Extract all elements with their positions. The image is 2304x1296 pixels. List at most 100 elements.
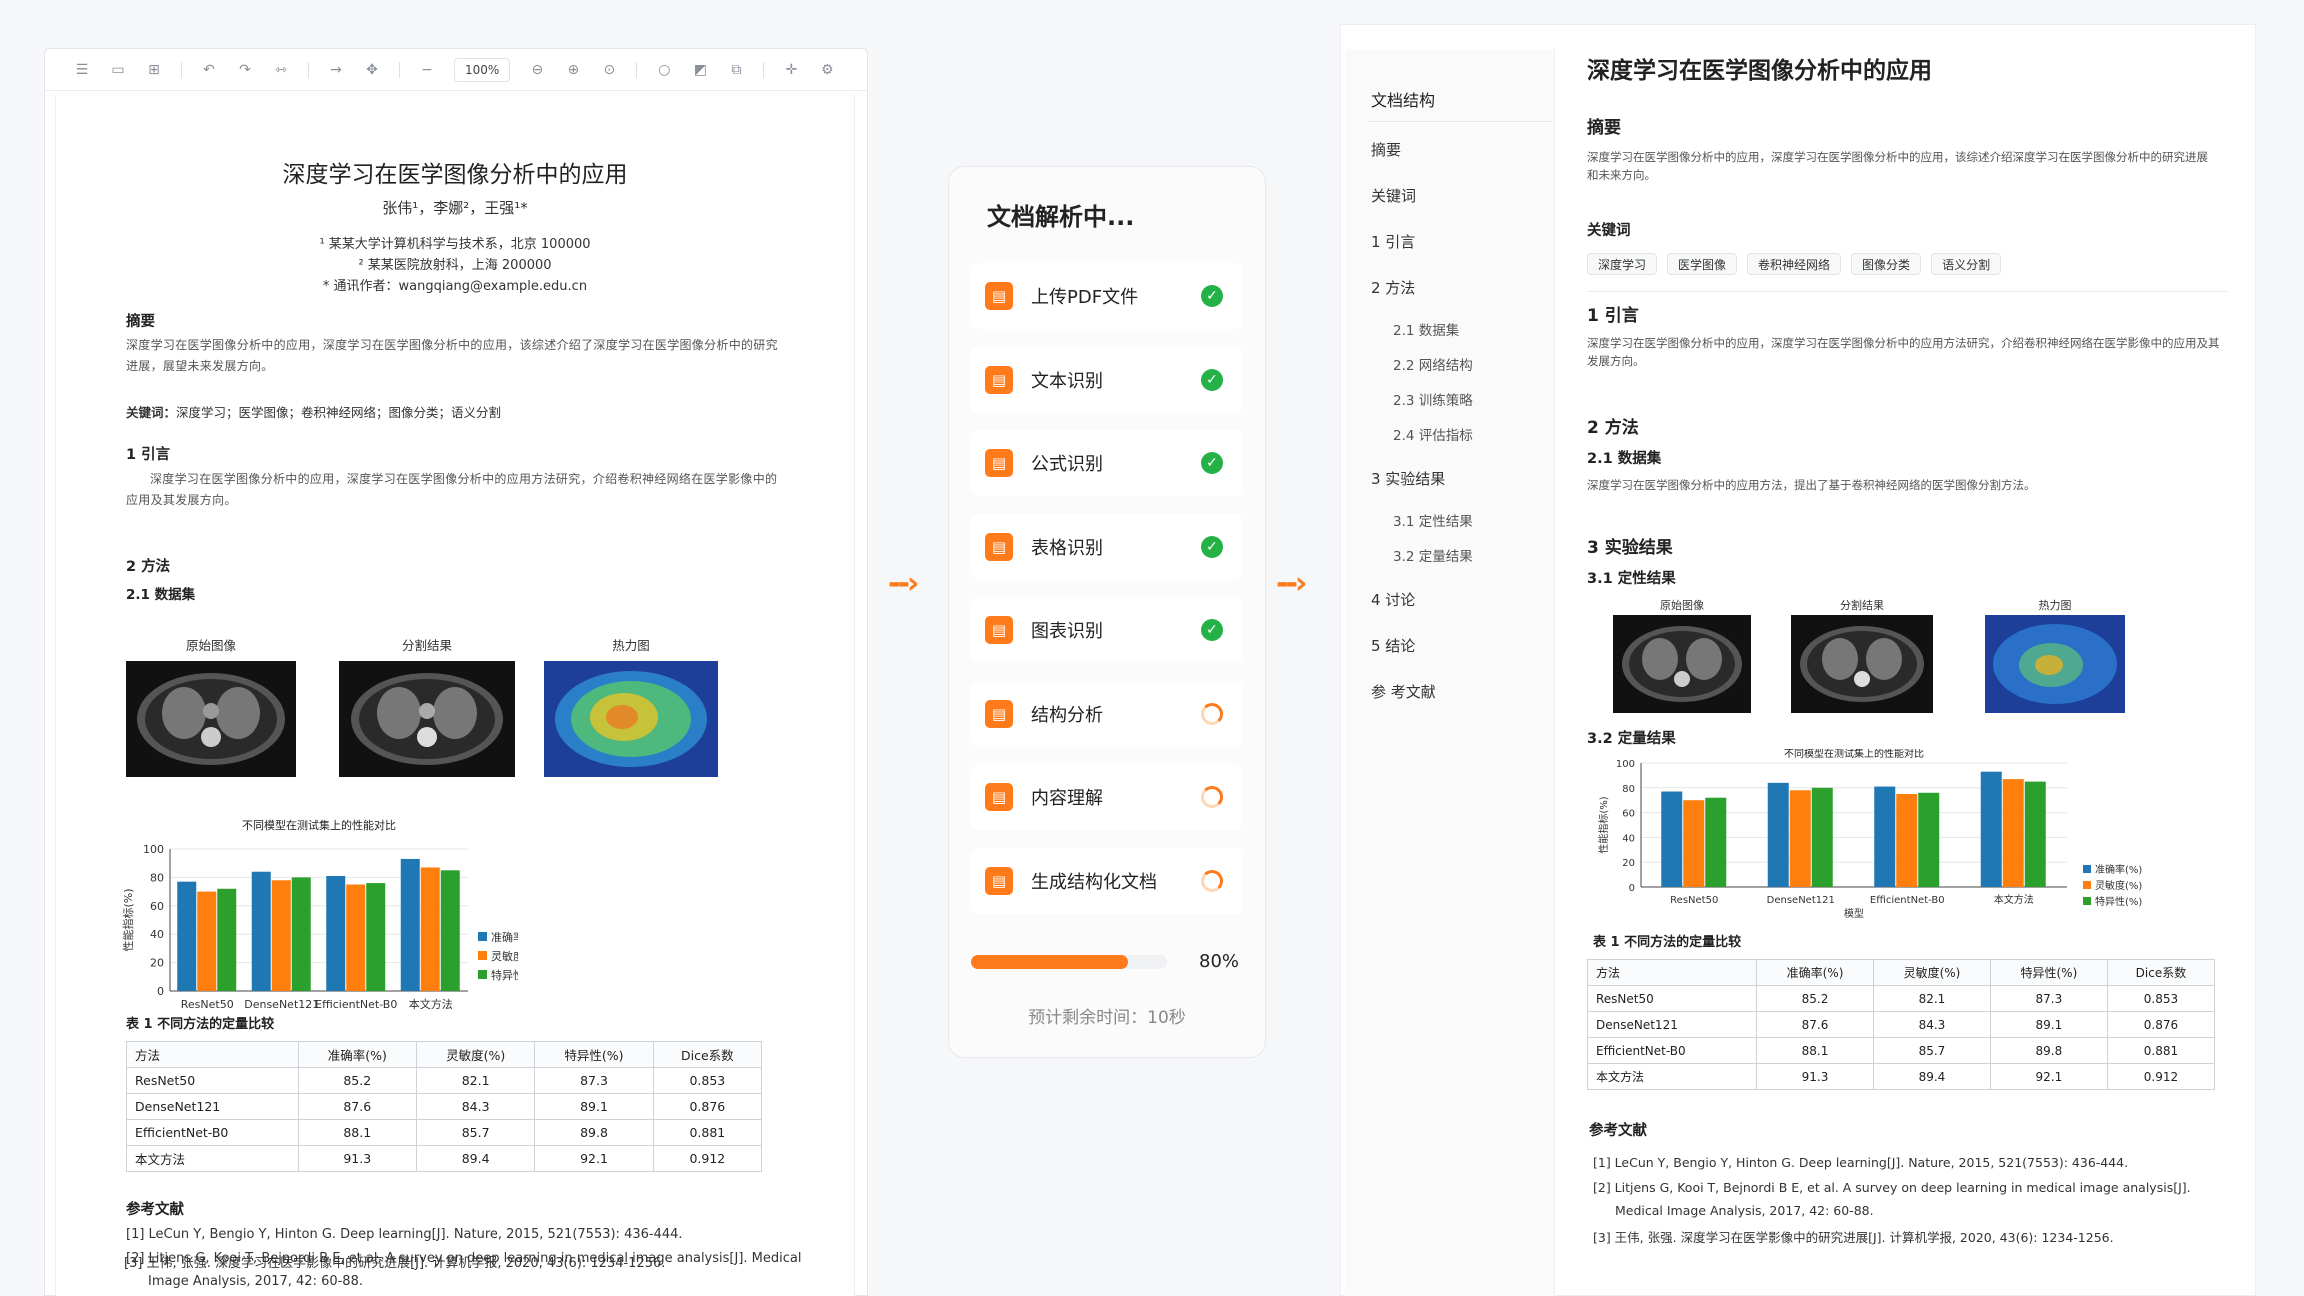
outline-item[interactable]: 2.1 数据集 (1393, 319, 1459, 339)
outline-sidebar: 文档结构 摘要 关键词 1 引言 2 方法 2.1 数据集 2.2 网络结构 2.3 训练策… (1345, 49, 1555, 1296)
flip-icon[interactable]: ⇿ (266, 57, 296, 83)
table-cell: 92.1 (534, 1145, 654, 1172)
x-tick-label: EfficientNet-B0 (1870, 895, 1945, 906)
result-abstract-text: 深度学习在医学图像分析中的应用，深度学习在医学图像分析中的应用，该综述介绍深度学… (1587, 150, 2208, 182)
y-tick-label: 20 (1622, 858, 1635, 869)
step-label: 结构分析 (1031, 704, 1103, 726)
cursor-icon[interactable]: ✛ (776, 57, 806, 83)
table-cell: 85.7 (415, 1119, 536, 1146)
bar-0 (326, 875, 346, 991)
step-item: ▤ 文本识别 ✓ (971, 346, 1243, 413)
bar-0 (1767, 782, 1789, 887)
pdf-page: 深度学习在医学图像分析中的应用 张伟¹，李娜²，王强¹* ¹ 某某大学计算机科学… (55, 95, 855, 1296)
loading-spinner-icon (1201, 869, 1223, 892)
result-image-label-segmentation: 分割结果 (1840, 599, 1884, 612)
result-intro-text: 深度学习在医学图像分析中的应用，深度学习在医学图像分析中的应用方法研究，介绍卷积… (1587, 336, 2220, 368)
step-item: ▤ 结构分析 (971, 680, 1243, 747)
table-title: 表 1 不同方法的定量比较 (126, 1017, 275, 1032)
outline-item[interactable]: 2.3 训练策略 (1393, 389, 1473, 409)
table-header-cell: 灵敏度(%) (415, 1041, 536, 1068)
result-reference-2-cont: Medical Image Analysis, 2017, 42: 60-88. (1615, 1203, 1874, 1218)
structure-icon: ▤ (985, 699, 1013, 728)
text-icon: ▤ (985, 365, 1013, 394)
bar-1 (197, 891, 217, 991)
result-keywords-heading: 关键词 (1587, 223, 1631, 239)
y-tick-label: 100 (1616, 759, 1635, 770)
eta-text: 预计剩余时间：10秒 (1028, 1008, 1186, 1028)
progress-percent: 80% (1199, 951, 1240, 972)
bar-0 (1661, 791, 1683, 887)
table-header-row: 方法 准确率(%) 灵敏度(%) 特异性(%) Dice系数 (1586, 959, 2216, 986)
table-icon: ▤ (985, 532, 1013, 561)
affiliation-2: ² 某某医院放射科，上海 200000 (358, 258, 552, 273)
zoom-in-icon[interactable]: ⊕ (558, 57, 588, 83)
outline-item[interactable]: 2.4 评估指标 (1393, 424, 1473, 444)
x-tick-label: ResNet50 (181, 998, 234, 1011)
table-header-cell: 准确率(%) (297, 1041, 417, 1068)
outline-item[interactable]: 3 实验结果 (1371, 468, 1445, 489)
outline-item[interactable]: 3.1 定性结果 (1393, 510, 1473, 530)
table-row: 本文方法 91.3 89.4 92.1 0.912 (126, 1145, 763, 1172)
outline-item[interactable]: 2 方法 (1371, 277, 1415, 298)
move-icon[interactable]: ✥ (357, 57, 387, 83)
keyword-tag: 医学图像 (1667, 253, 1738, 275)
step-item: ▤ 表格识别 ✓ (971, 513, 1243, 580)
table-cell: 本文方法 (126, 1145, 299, 1172)
table-cell: 87.3 (1989, 985, 2108, 1012)
sidebar-icon[interactable]: ☰ (67, 57, 97, 83)
toolbar-divider (636, 61, 638, 78)
legend-label: 特异性(%) (491, 968, 518, 982)
bar-2 (366, 883, 386, 991)
table-row: EfficientNet-B0 88.1 85.7 89.8 0.881 (126, 1119, 763, 1146)
bar-1 (1896, 794, 1918, 887)
page-icon[interactable]: ▭ (103, 57, 133, 83)
bar-0 (177, 881, 197, 991)
x-tick-label: 本文方法 (409, 997, 453, 1011)
table-cell: 87.6 (1756, 1011, 1874, 1038)
table-cell: 89.4 (415, 1145, 536, 1172)
outline-item[interactable]: 3.2 定量结果 (1393, 545, 1473, 565)
zoom-level[interactable]: 100% (454, 57, 511, 82)
zoom-out-icon[interactable]: ⊖ (522, 57, 552, 83)
y-tick-label: 40 (150, 928, 164, 941)
fit-icon[interactable]: ⊙ (594, 57, 624, 83)
outline-item[interactable]: 摘要 (1371, 139, 1401, 160)
bar-1 (420, 867, 440, 991)
stamp-icon[interactable]: ◩ (685, 57, 715, 83)
parsing-panel: 文档解析中... ▤ 上传PDF文件 ✓ ▤ 文本识别 ✓ ▤ 公式识别 ✓ ▤ 表格识别 ✓ ▤ 图表识… (948, 166, 1266, 1058)
table-cell: 88.1 (1756, 1037, 1874, 1064)
table-cell: 85.2 (297, 1067, 417, 1094)
table-cell: 0.912 (652, 1145, 763, 1172)
step-label: 上传PDF文件 (1031, 287, 1139, 308)
circle-icon[interactable]: ○ (649, 57, 679, 83)
minus-icon[interactable]: − (412, 57, 442, 83)
y-tick-label: 100 (143, 843, 164, 856)
outline-item[interactable]: 1 引言 (1371, 231, 1415, 252)
corresponding-author: * 通讯作者：wangqiang@example.edu.cn (322, 279, 588, 294)
ct-segmentation-image (339, 661, 515, 777)
outline-item[interactable]: 4 讨论 (1371, 589, 1415, 610)
table-header-cell: 方法 (126, 1041, 299, 1068)
result-ct-heatmap (1985, 615, 2125, 713)
grid-icon[interactable]: ⊞ (139, 57, 169, 83)
paper-authors: 张伟¹，李娜²，王强¹* (382, 199, 528, 217)
table-cell: ResNet50 (1586, 985, 1758, 1012)
keyword-tag: 卷积神经网络 (1747, 253, 1842, 275)
settings-icon[interactable]: ⚙ (812, 57, 842, 83)
table-row: EfficientNet-B0 88.1 85.7 89.8 0.881 (1586, 1037, 2216, 1064)
legend-label: 灵敏度(%) (2095, 879, 2142, 892)
bar-1 (1683, 800, 1705, 887)
result-performance-chart: 不同模型在测试集上的性能对比 0 20 40 60 80 100 性能指标(%) ResNet5… (1597, 749, 2142, 920)
outline-item[interactable]: 关键词 (1371, 185, 1416, 206)
crop-icon[interactable]: ⧉ (721, 57, 751, 83)
table-cell: 84.3 (415, 1093, 536, 1120)
redo-icon[interactable]: ↷ (230, 57, 260, 83)
outline-item[interactable]: 2.2 网络结构 (1393, 354, 1473, 374)
outline-item[interactable]: 参 考文献 (1371, 681, 1436, 702)
y-axis-label: 性能指标(%) (1597, 796, 1610, 853)
outline-item[interactable]: 5 结论 (1371, 635, 1415, 656)
result-table-title: 表 1 不同方法的定量比较 (1593, 935, 1742, 950)
arrow-icon[interactable]: → (321, 57, 351, 83)
undo-icon[interactable]: ↶ (194, 57, 224, 83)
table-header-cell: 灵敏度(%) (1872, 959, 1991, 986)
